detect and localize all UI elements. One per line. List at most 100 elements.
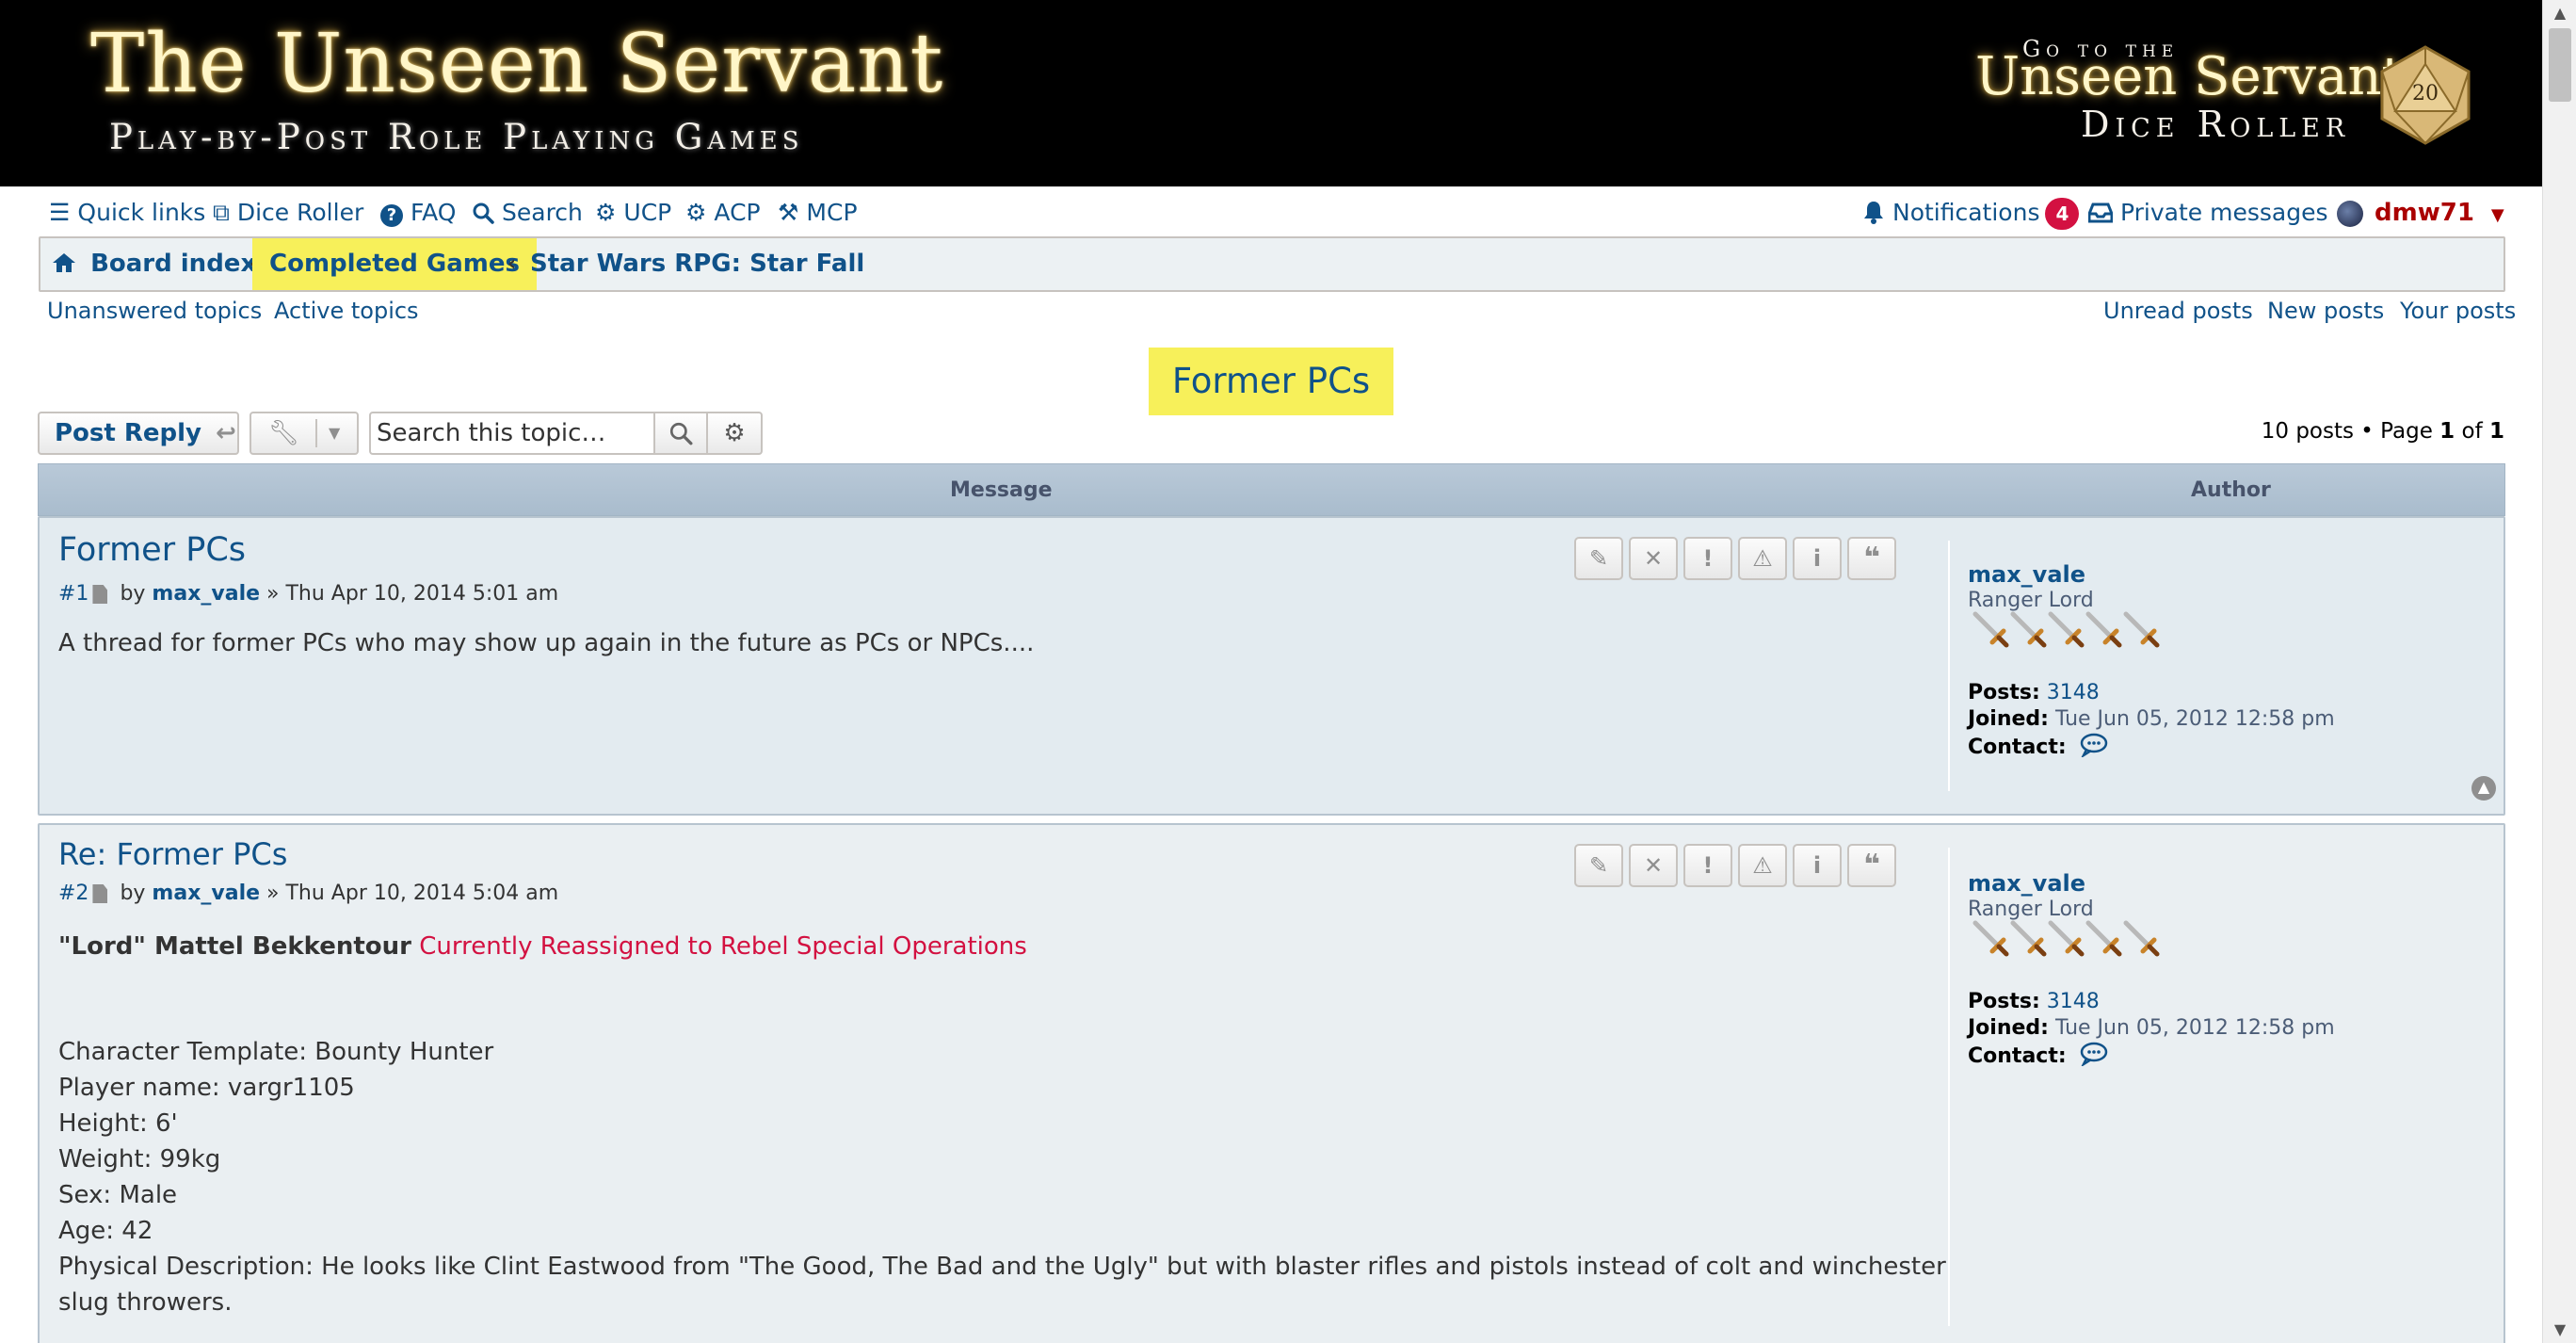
joined-date: Tue Jun 05, 2012 12:58 pm — [2054, 1016, 2335, 1040]
notifications-label: Notifications — [1892, 199, 2040, 226]
sword-rank-icon — [1972, 920, 2009, 957]
contact-label: Contact: — [1968, 1044, 2067, 1068]
ucp-link[interactable]: ⚙ UCP — [595, 198, 671, 228]
quote-button[interactable]: ❝ — [1847, 844, 1896, 887]
sheet-line: Height: 6' — [58, 1109, 178, 1138]
report-button[interactable]: ⚠ — [1738, 844, 1787, 887]
post-author-link[interactable]: max_vale — [152, 882, 260, 905]
topic-search-input[interactable]: Search this topic… — [369, 412, 655, 455]
question-circle-icon: ? — [380, 204, 403, 227]
topic-search-button[interactable] — [653, 412, 708, 455]
post-reply-button[interactable]: Post Reply ↩ — [38, 412, 239, 455]
quick-links-menu[interactable]: ☰ Quick links — [49, 198, 205, 228]
quote-icon: ❝ — [1863, 542, 1880, 574]
page-title[interactable]: Former PCs — [1149, 348, 1393, 415]
dice-roller-link[interactable]: ⧉ Dice Roller — [213, 198, 363, 228]
report-button[interactable]: ⚠ — [1738, 537, 1787, 580]
post-title[interactable]: Re: Former PCs — [58, 836, 287, 872]
active-topics-link[interactable]: Active topics — [274, 298, 419, 324]
sword-rank-icon — [2123, 920, 2160, 957]
posts-label: Posts: — [1968, 681, 2040, 704]
mcp-label: MCP — [806, 199, 858, 226]
info-warning-button[interactable]: ! — [1683, 844, 1732, 887]
wrench-icon: 🔧︎ — [268, 419, 300, 447]
user-menu[interactable]: dmw71 ▼ — [2337, 198, 2504, 228]
dice-roller-subtitle[interactable]: Dice Roller — [2081, 104, 2350, 145]
site-logo-subtitle: Play-by-Post Role Playing Games — [109, 117, 804, 157]
new-posts-link[interactable]: New posts — [2267, 298, 2384, 324]
post-reply-label: Post Reply — [55, 419, 201, 447]
post-title[interactable]: Former PCs — [58, 531, 246, 569]
scroll-up-icon[interactable]: ▲ — [2543, 0, 2576, 26]
back-to-top-icon[interactable]: ▲ — [2471, 776, 2496, 801]
post-number-link[interactable]: #1 — [58, 582, 89, 606]
mcp-link[interactable]: ⚒ MCP — [778, 198, 858, 228]
scroll-down-icon[interactable]: ▼ — [2543, 1317, 2576, 1343]
unread-posts-link[interactable]: Unread posts — [2103, 298, 2253, 324]
sheet-line: Character Template: Bounty Hunter — [58, 1038, 494, 1066]
post: Former PCs #1 by max_vale » Thu Apr 10, … — [38, 516, 2505, 816]
breadcrumb: Board index ‹ Completed Games ‹ Star War… — [39, 236, 2505, 292]
post-date: » Thu Apr 10, 2014 5:01 am — [266, 582, 559, 606]
chat-bubble-icon[interactable] — [2073, 1042, 2109, 1068]
site-logo-title[interactable]: The Unseen Servant — [90, 17, 943, 111]
post-info-button[interactable]: i — [1793, 537, 1842, 580]
posts-count-link[interactable]: 3148 — [2047, 990, 2100, 1013]
posts-count-label: 10 posts • Page — [2261, 419, 2433, 444]
svg-text:20: 20 — [2412, 82, 2439, 105]
breadcrumb-separator-icon: ‹ — [507, 252, 517, 276]
post-profile: max_vale Ranger Lord — [1968, 870, 2094, 923]
posts-count-link[interactable]: 3148 — [2047, 681, 2100, 704]
quote-button[interactable]: ❝ — [1847, 537, 1896, 580]
reply-arrow-icon: ↩ — [216, 419, 236, 447]
topic-tools-button[interactable]: 🔧︎ ▼ — [250, 412, 359, 455]
sword-rank-icon — [2085, 611, 2122, 648]
delete-button[interactable]: ✕ — [1629, 537, 1678, 580]
profile-username-link[interactable]: max_vale — [1968, 561, 2094, 588]
breadcrumb-forum[interactable]: Star Wars RPG: Star Fall — [530, 238, 864, 290]
advanced-search-button[interactable]: ⚙ — [706, 412, 763, 455]
message-column-header: Message — [950, 478, 1053, 502]
private-messages-link[interactable]: Private messages — [2087, 198, 2327, 228]
post-body-text: A thread for former PCs who may show up … — [58, 629, 1035, 657]
edit-button[interactable]: ✎ — [1574, 537, 1623, 580]
chat-bubble-icon[interactable] — [2073, 733, 2109, 759]
ucp-label: UCP — [623, 199, 672, 226]
username-label: dmw71 — [2375, 199, 2474, 227]
dice-roller-title[interactable]: Unseen Servant — [1975, 47, 2403, 107]
breadcrumb-board-index[interactable]: Board index — [52, 238, 256, 290]
gears-icon: ⚙ — [685, 199, 707, 226]
board-index-label: Board index — [90, 250, 257, 278]
post-body: "Lord" Mattel Bekkentour Currently Reass… — [58, 929, 1027, 964]
breadcrumb-completed-games[interactable]: Completed Games — [252, 238, 538, 290]
notifications-link[interactable]: Notifications 4 — [1862, 198, 2080, 230]
post-body: A thread for former PCs who may show up … — [58, 625, 1034, 661]
profile-stats: Posts: 3148 Joined: Tue Jun 05, 2012 12:… — [1968, 989, 2335, 1070]
d20-die-icon[interactable]: 20 — [2375, 43, 2476, 147]
scrollbar-thumb[interactable] — [2549, 28, 2571, 102]
faq-link[interactable]: ? FAQ — [380, 198, 456, 228]
profile-stats: Posts: 3148 Joined: Tue Jun 05, 2012 12:… — [1968, 680, 2335, 761]
search-icon — [472, 198, 494, 228]
page-scrollbar[interactable]: ▲ ▼ — [2542, 0, 2576, 1343]
acp-link[interactable]: ⚙ ACP — [685, 198, 761, 228]
post-info-button[interactable]: i — [1793, 844, 1842, 887]
exclamation-icon: ! — [1702, 545, 1714, 572]
sheet-line: Age: 42 — [58, 1217, 153, 1245]
delete-button[interactable]: ✕ — [1629, 844, 1678, 887]
close-icon: ✕ — [1643, 852, 1664, 879]
quote-icon: ❝ — [1863, 849, 1880, 882]
edit-button[interactable]: ✎ — [1574, 844, 1623, 887]
post-meta: #2 by max_vale » Thu Apr 10, 2014 5:04 a… — [58, 882, 558, 905]
contact-label: Contact: — [1968, 736, 2067, 759]
posts-table-header: Message Author — [38, 463, 2505, 516]
post-number-link[interactable]: #2 — [58, 882, 89, 905]
page-of-label: of — [2461, 419, 2483, 444]
profile-username-link[interactable]: max_vale — [1968, 870, 2094, 897]
info-icon: i — [1812, 852, 1822, 879]
unanswered-topics-link[interactable]: Unanswered topics — [47, 298, 262, 324]
search-link[interactable]: Search — [472, 198, 583, 228]
post-author-link[interactable]: max_vale — [152, 582, 260, 606]
info-warning-button[interactable]: ! — [1683, 537, 1732, 580]
your-posts-link[interactable]: Your posts — [2400, 298, 2516, 324]
